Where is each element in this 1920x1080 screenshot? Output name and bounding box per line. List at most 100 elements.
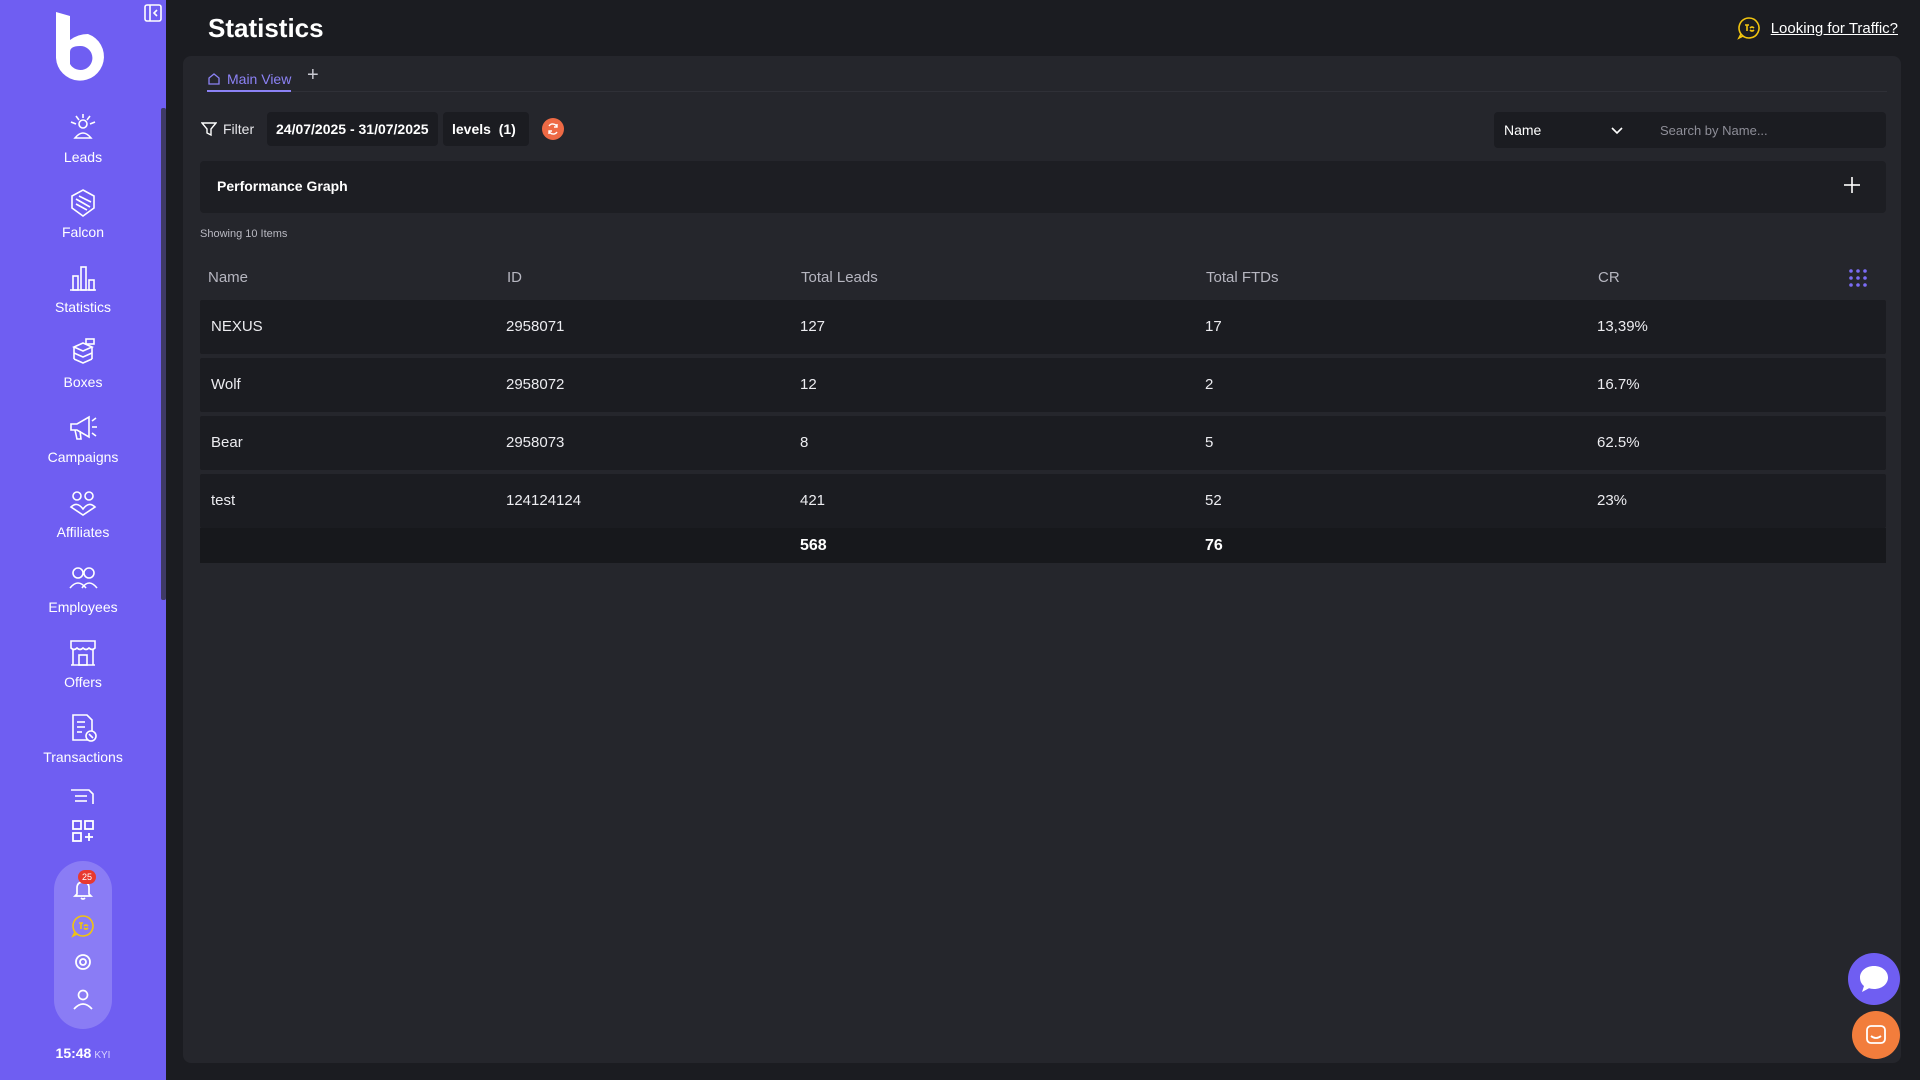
table-row[interactable]: Bear 2958073 8 5 62.5% (200, 416, 1886, 470)
cell-total-ftds: 5 (1205, 434, 1214, 451)
bar-chart-icon (70, 266, 96, 291)
sidebar-item-label: Campaigns (47, 449, 119, 465)
filter-label: Filter (223, 121, 255, 137)
sidebar-item-label: Offers (64, 674, 102, 690)
megaphone-icon (70, 415, 97, 440)
sidebar-item-affiliates[interactable]: Affiliates (0, 487, 166, 553)
tab-main-view[interactable]: Main View (207, 68, 292, 92)
support-chat-icon (1866, 1025, 1886, 1044)
cell-cr: 13,39% (1597, 318, 1648, 335)
refresh-button[interactable] (542, 118, 564, 140)
cell-id: 124124124 (506, 492, 582, 509)
cell-id: 2958071 (506, 318, 565, 335)
graph-title: Performance Graph (217, 178, 348, 194)
main-panel: Main View + Filter 24/07/2025 - 31/07/20… (183, 56, 1901, 1063)
levels-label: levels (452, 121, 491, 137)
cell-id: 2958072 (506, 376, 565, 393)
sidebar-item-statistics[interactable]: Statistics (0, 262, 166, 328)
cell-cr: 23% (1597, 492, 1628, 509)
document-list-icon[interactable] (67, 788, 99, 804)
expand-plus-icon[interactable] (1840, 173, 1864, 197)
total-ftds-sum: 76 (1205, 537, 1223, 554)
traffic-brand-icon (1736, 17, 1760, 40)
cell-total-leads: 12 (800, 376, 817, 393)
notifications-badge: 25 (78, 870, 96, 884)
cell-total-ftds: 2 (1205, 376, 1214, 393)
sidebar-item-label: Statistics (54, 299, 111, 315)
levels-chip[interactable]: levels (1) (443, 112, 529, 146)
column-header-cr[interactable]: CR (1598, 256, 1620, 300)
sidebar-item-label: Affiliates (56, 524, 110, 540)
sidebar-item-label: Leads (63, 149, 103, 165)
brand-logo[interactable] (50, 12, 116, 84)
performance-graph-section[interactable]: Performance Graph (200, 161, 1886, 213)
sidebar-item-label: Falcon (61, 224, 105, 240)
quick-actions-panel: 25 (54, 861, 112, 1029)
date-range-chip[interactable]: 24/07/2025 - 31/07/2025 (267, 112, 438, 146)
traffic-link-text[interactable]: Looking for Traffic? (1771, 20, 1898, 37)
cell-total-ftds: 17 (1205, 318, 1222, 335)
table-row[interactable]: test 124124124 421 52 23% (200, 474, 1886, 528)
search-field-select[interactable]: Name (1494, 112, 1634, 148)
filter-icon (201, 122, 217, 137)
sidebar-item-leads[interactable]: Leads (0, 112, 166, 178)
home-icon (208, 73, 220, 85)
sidebar-item-transactions[interactable]: Transactions (0, 712, 166, 778)
total-leads-sum: 568 (800, 537, 827, 554)
add-tab-button[interactable]: + (307, 64, 319, 87)
sidebar-item-employees[interactable]: Employees (0, 562, 166, 628)
tab-label: Main View (227, 71, 292, 87)
sidebar-item-falcon[interactable]: Falcon (0, 187, 166, 253)
chevron-down-icon (1611, 127, 1623, 135)
table-header: Name ID Total Leads Total FTDs CR (200, 256, 1886, 300)
sidebar-collapse-icon[interactable] (143, 3, 163, 23)
falcon-icon (71, 189, 95, 217)
column-header-id[interactable]: ID (507, 256, 522, 300)
transactions-icon (72, 714, 97, 742)
traffic-brand-icon[interactable] (71, 914, 95, 938)
cell-id: 2958073 (506, 434, 565, 451)
sidebar-item-offers[interactable]: Offers (0, 637, 166, 703)
sidebar: Leads Falcon Statistics Boxes Campaigns … (0, 0, 166, 1080)
column-header-total-ftds[interactable]: Total FTDs (1206, 256, 1279, 300)
cell-total-leads: 127 (800, 318, 826, 335)
filter-button[interactable]: Filter (201, 118, 254, 140)
levels-count: (1) (498, 121, 516, 137)
sidebar-item-campaigns[interactable]: Campaigns (0, 412, 166, 478)
view-tabs: Main View + (207, 56, 1887, 92)
showing-count: Showing 10 Items (200, 228, 288, 240)
column-settings-icon[interactable] (1848, 268, 1868, 288)
settings-icon[interactable] (71, 950, 95, 974)
refresh-icon (548, 123, 558, 135)
column-header-total-leads[interactable]: Total Leads (801, 256, 878, 300)
boxes-icon (72, 338, 95, 364)
cell-total-leads: 8 (800, 434, 809, 451)
user-profile-icon[interactable] (71, 987, 95, 1011)
support-button[interactable] (1852, 1011, 1900, 1059)
search-input[interactable] (1634, 112, 1886, 148)
affiliates-icon (69, 491, 97, 516)
chat-button[interactable] (1848, 953, 1900, 1005)
sidebar-item-boxes[interactable]: Boxes (0, 337, 166, 403)
add-widget-icon[interactable] (70, 818, 96, 844)
sidebar-item-label: Boxes (63, 374, 103, 390)
looking-for-traffic-link[interactable]: Looking for Traffic? (1736, 16, 1898, 40)
table-row[interactable]: Wolf 2958072 12 2 16.7% (200, 358, 1886, 412)
page-title: Statistics (208, 13, 324, 43)
cell-name: test (211, 492, 236, 509)
table-row[interactable]: NEXUS 2958071 127 17 13,39% (200, 300, 1886, 354)
column-header-name[interactable]: Name (208, 256, 248, 300)
cell-name: Bear (211, 434, 243, 451)
cell-cr: 62.5% (1597, 434, 1640, 451)
cell-cr: 16.7% (1597, 376, 1640, 393)
cell-total-leads: 421 (800, 492, 826, 509)
employees-icon (69, 567, 98, 589)
leads-icon (70, 114, 96, 139)
search-field-value: Name (1504, 122, 1542, 138)
cell-name: NEXUS (211, 318, 263, 335)
store-icon (70, 640, 96, 666)
clock: 15:48 KYI (0, 1045, 166, 1061)
date-range-text: 24/07/2025 - 31/07/2025 (276, 121, 429, 137)
chat-bubble-icon (1860, 966, 1888, 992)
cell-name: Wolf (211, 376, 241, 393)
